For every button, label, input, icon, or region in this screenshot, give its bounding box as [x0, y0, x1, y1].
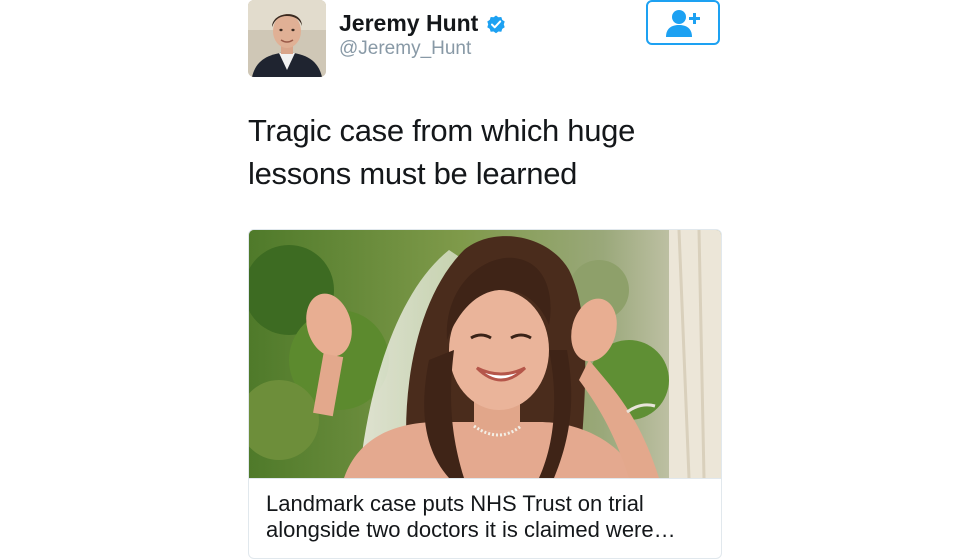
- tweet-text-line: Tragic case from which huge: [248, 113, 636, 148]
- card-title-line: alongside two doctors it is claimed were…: [266, 517, 676, 542]
- author-name-row: Jeremy Hunt: [339, 10, 507, 37]
- verified-badge-icon: [485, 13, 507, 35]
- avatar[interactable]: [248, 0, 326, 77]
- article-photo-icon: [249, 230, 721, 478]
- follow-button[interactable]: [646, 0, 720, 45]
- tweet: Jeremy Hunt @Jeremy_Hunt Tragic case fro…: [248, 0, 722, 559]
- card-title[interactable]: Landmark case puts NHS Trust on trial al…: [266, 491, 716, 543]
- link-card[interactable]: Landmark case puts NHS Trust on trial al…: [248, 229, 722, 559]
- add-user-icon: [666, 9, 700, 37]
- author-handle[interactable]: @Jeremy_Hunt: [339, 38, 471, 60]
- article-photo: [249, 230, 721, 478]
- tweet-text-line: lessons must be learned: [248, 156, 578, 191]
- author-display-name[interactable]: Jeremy Hunt: [339, 10, 478, 37]
- card-title-line: Landmark case puts NHS Trust on trial: [266, 491, 644, 516]
- card-divider: [249, 478, 721, 479]
- tweet-text: Tragic case from which huge lessons must…: [248, 109, 722, 195]
- profile-photo-icon: [248, 0, 326, 77]
